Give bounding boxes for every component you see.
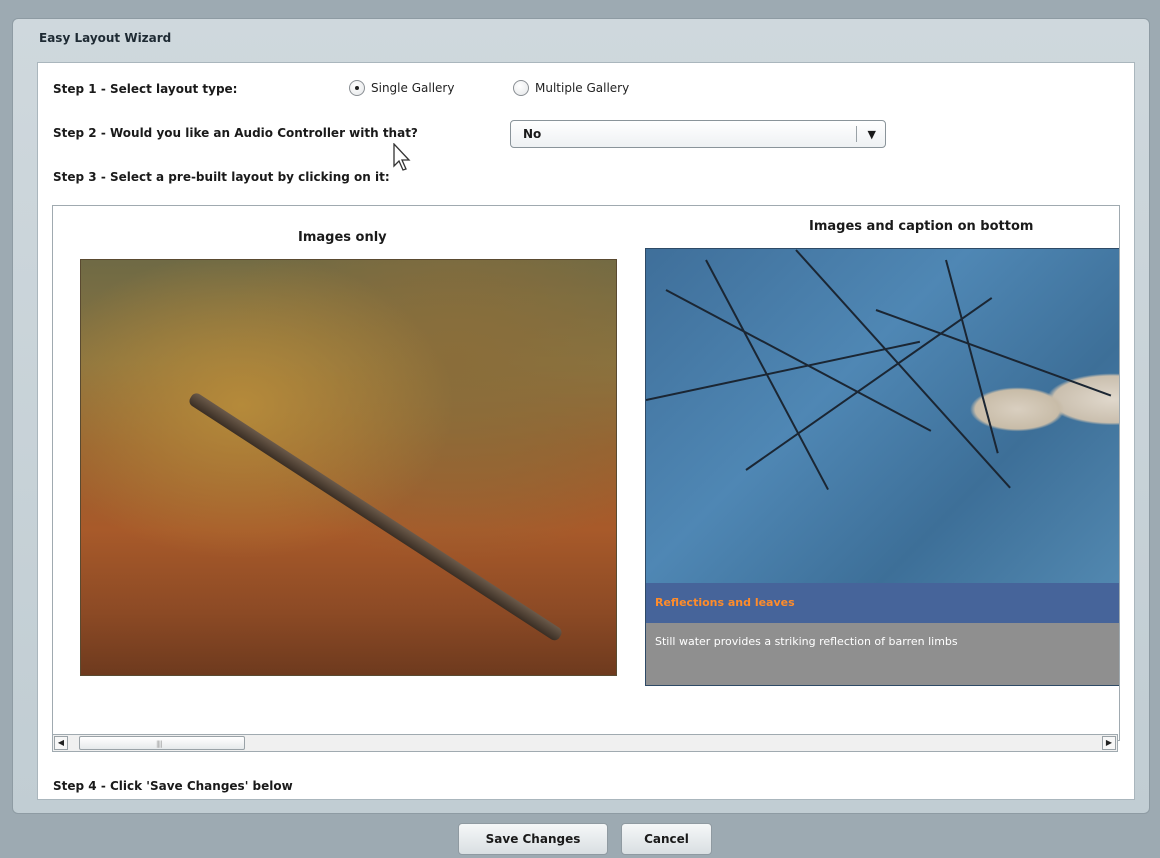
save-changes-button[interactable]: Save Changes [458,823,608,855]
layout-images-only-thumbnail[interactable] [80,259,617,676]
audio-controller-select[interactable]: No ▼ [510,120,886,148]
water-reflection-photo [646,249,1119,583]
branch-shape [745,297,993,471]
dropdown-arrow-icon[interactable]: ▼ [868,128,876,141]
layout-images-only-title: Images only [298,230,387,245]
scroll-right-icon[interactable]: ▶ [1102,736,1116,750]
caption-body: Still water provides a striking reflecti… [646,623,1119,685]
wizard-window: Easy Layout Wizard Step 1 - Select layou… [12,18,1150,814]
scroll-left-icon[interactable]: ◀ [54,736,68,750]
caption-title-bar: Reflections and leaves [646,583,1119,623]
step2-label: Step 2 - Would you like an Audio Control… [53,126,418,140]
audio-controller-select-value: No [523,127,542,141]
radio-multiple-gallery-label: Multiple Gallery [535,81,630,95]
caption-text: Still water provides a striking reflecti… [655,635,958,648]
scrollbar-thumb[interactable]: |||| [79,736,245,750]
radio-single-gallery[interactable]: Single Gallery [349,80,454,96]
radio-multiple-gallery[interactable]: Multiple Gallery [513,80,629,96]
branch-shape [795,249,1011,489]
radio-single-gallery-label: Single Gallery [371,81,455,95]
branch-shape [665,289,932,432]
fallen-log-shape [187,391,564,643]
step3-label: Step 3 - Select a pre-built layout by cl… [53,170,390,184]
cancel-button[interactable]: Cancel [621,823,712,855]
grip-icon: |||| [156,740,163,748]
caption-title: Reflections and leaves [655,596,795,609]
layout-gallery: Images only Images and caption on bottom… [52,205,1120,741]
step1-label: Step 1 - Select layout type: [53,82,238,96]
branch-shape [646,340,921,401]
layout-caption-bottom-thumbnail[interactable]: Reflections and leaves Still water provi… [645,248,1119,686]
wizard-title: Easy Layout Wizard [39,31,172,45]
mouse-cursor-icon [393,143,411,171]
wizard-panel: Step 1 - Select layout type: Single Gall… [37,62,1135,800]
gallery-horizontal-scrollbar[interactable]: ◀ |||| ▶ [52,734,1118,752]
radio-checked-icon[interactable] [349,80,365,96]
dropdown-separator [856,126,857,142]
step4-label: Step 4 - Click 'Save Changes' below [53,779,293,793]
layout-caption-bottom-title: Images and caption on bottom [809,219,1034,234]
radio-unchecked-icon[interactable] [513,80,529,96]
